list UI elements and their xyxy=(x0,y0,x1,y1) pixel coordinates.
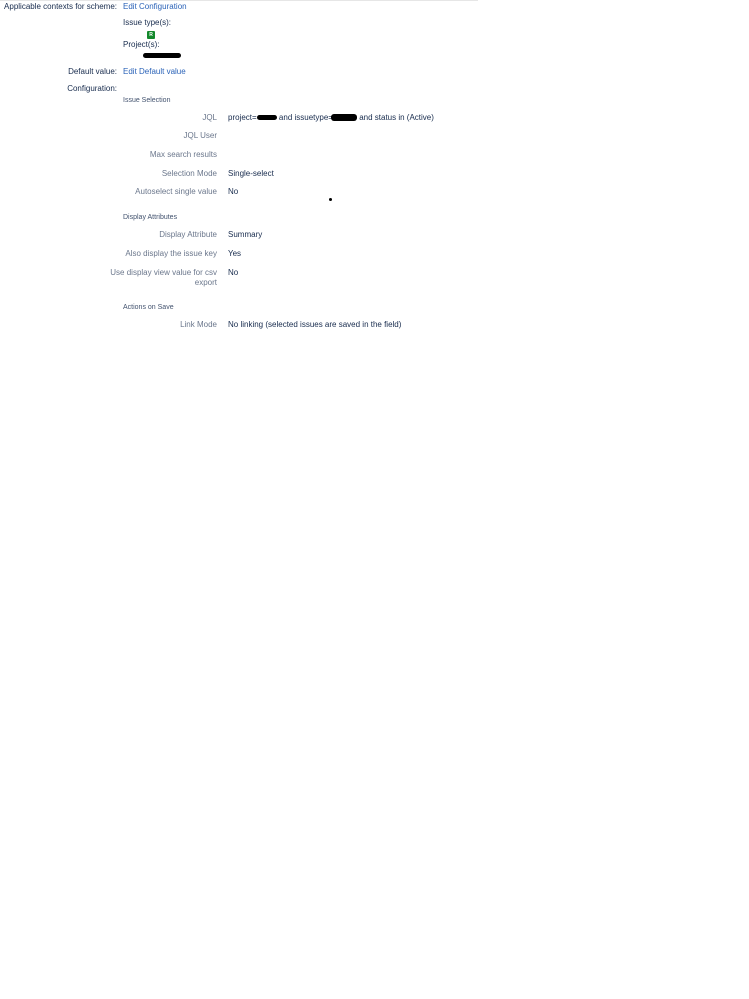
link-mode-label: Link Mode xyxy=(180,320,217,329)
actions-on-save-heading: Actions on Save xyxy=(123,304,174,311)
csv-export-value: No xyxy=(228,268,239,277)
selection-mode-label: Selection Mode xyxy=(161,169,217,178)
applicable-contexts-label: Applicable contexts for scheme: xyxy=(4,2,117,11)
cursor-dot xyxy=(329,198,332,201)
also-display-key-value: Yes xyxy=(228,249,242,258)
jql-prefix: project= xyxy=(228,113,257,122)
autoselect-label: Autoselect single value xyxy=(135,187,217,196)
issue-types-label: Issue type(s): xyxy=(123,18,172,27)
csv-export-label-line1: Use display view value for csv xyxy=(110,268,217,277)
issue-selection-heading: Issue Selection xyxy=(123,97,171,104)
projects-label: Project(s): xyxy=(123,40,160,49)
also-display-key-label: Also display the issue key xyxy=(125,249,217,258)
configuration-label: Configuration: xyxy=(67,84,117,93)
link-mode-value: No linking (selected issues are saved in… xyxy=(228,320,402,329)
jql-project-redacted xyxy=(256,115,277,121)
display-attribute-label: Display Attribute xyxy=(159,230,217,239)
max-search-results-label: Max search results xyxy=(149,150,217,159)
edit-configuration-link[interactable]: Edit Configuration xyxy=(123,2,187,12)
jql-value: project= and issuetype= and status in (A… xyxy=(228,113,434,123)
csv-export-label-line2: export xyxy=(194,278,217,287)
top-divider xyxy=(0,0,478,1)
jql-user-label: JQL User xyxy=(183,131,218,140)
csv-export-label: Use display view value for csv export xyxy=(77,268,217,288)
issue-type-icon: R xyxy=(147,31,155,39)
display-attribute-value: Summary xyxy=(228,230,263,239)
jql-issuetype-redacted xyxy=(330,114,357,122)
edit-default-value-link[interactable]: Edit Default value xyxy=(123,67,186,77)
jql-label: JQL xyxy=(202,113,217,122)
project-redacted xyxy=(143,51,181,61)
default-value-label: Default value: xyxy=(68,67,117,76)
autoselect-value: No xyxy=(228,187,239,196)
display-attributes-heading: Display Attributes xyxy=(123,214,178,221)
jql-middle: and issuetype= xyxy=(278,113,333,122)
selection-mode-value: Single-select xyxy=(228,169,274,178)
jql-suffix: and status in (Active) xyxy=(359,113,434,122)
